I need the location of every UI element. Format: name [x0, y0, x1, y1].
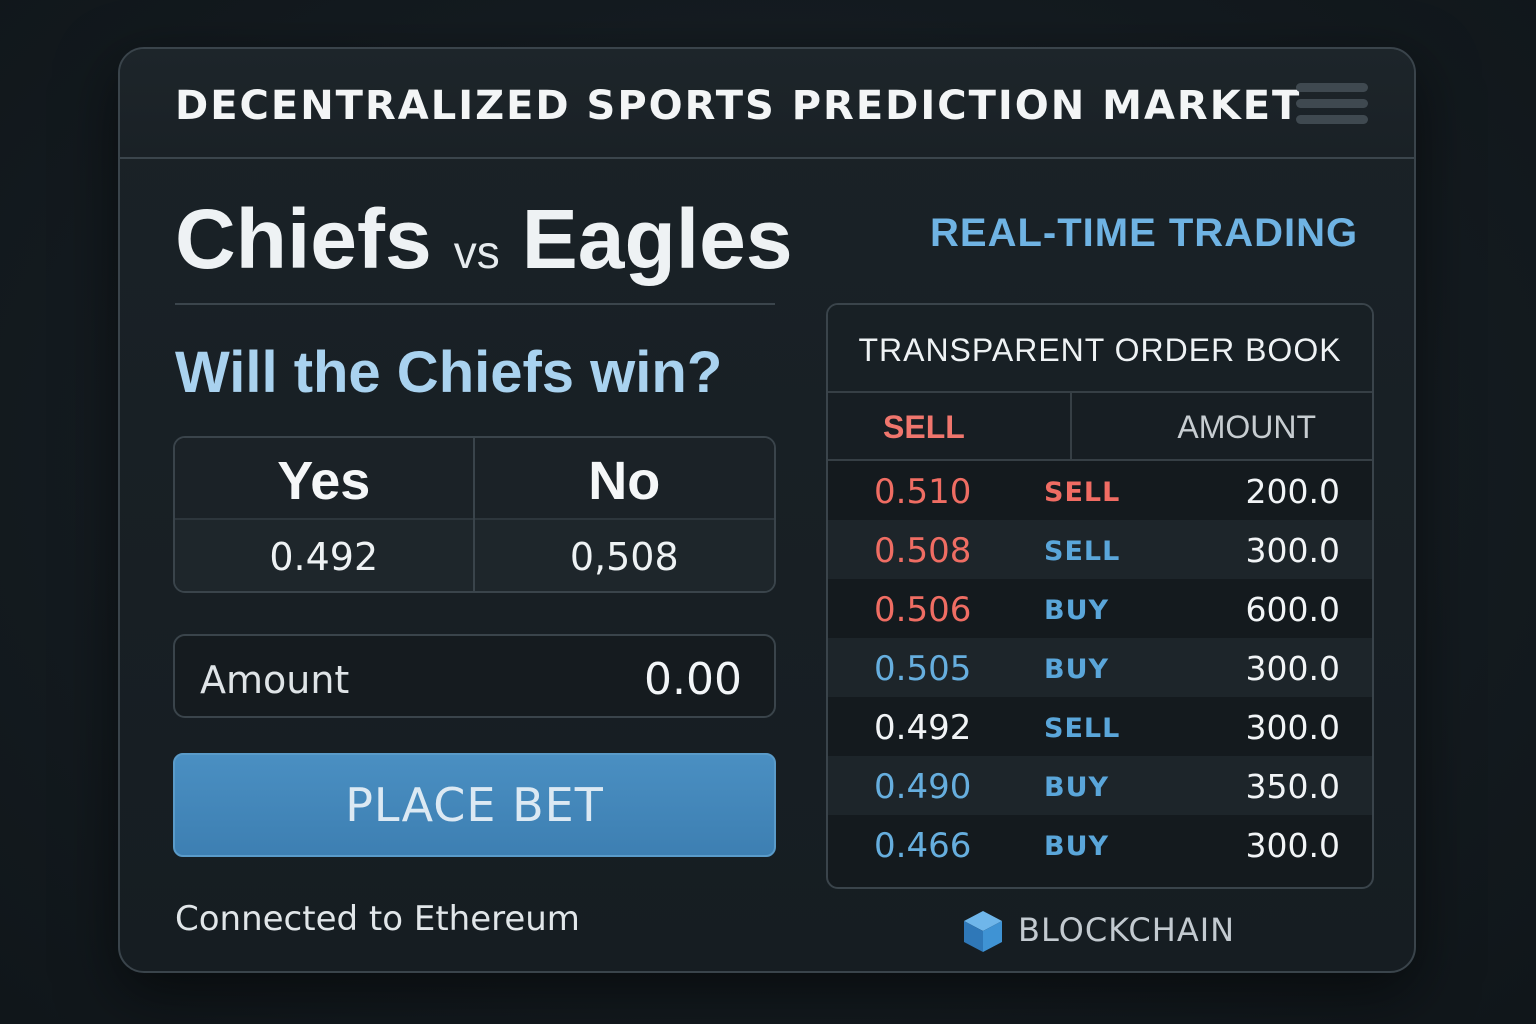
- order-side: SELL: [1044, 713, 1121, 744]
- market-card: Decentralized Sports Prediction Market C…: [118, 47, 1416, 973]
- outcome-no-button[interactable]: No 0,508: [474, 438, 774, 591]
- order-side: SELL: [1044, 477, 1121, 508]
- order-book: TRANSPARENT ORDER BOOK SELL AMOUNT 0.510…: [826, 303, 1374, 889]
- header-separator: [1070, 393, 1072, 459]
- order-price: 0.492: [874, 708, 972, 748]
- order-amount: 600.0: [1245, 590, 1340, 629]
- order-row[interactable]: 0.510 SELL 200.0: [828, 461, 1372, 520]
- outcome-yes-label: Yes: [175, 438, 473, 518]
- outcome-no-price: 0,508: [474, 518, 774, 591]
- outcome-yes-button[interactable]: Yes 0.492: [175, 438, 475, 591]
- amount-input[interactable]: Amount 0.00: [173, 634, 776, 718]
- order-amount: 300.0: [1245, 531, 1340, 570]
- app-header: Decentralized Sports Prediction Market: [120, 49, 1414, 159]
- column-header-amount[interactable]: AMOUNT: [1177, 409, 1316, 446]
- order-row[interactable]: 0.492 SELL 300.0: [828, 697, 1372, 756]
- order-side: BUY: [1044, 831, 1110, 862]
- order-side: SELL: [1044, 536, 1121, 567]
- order-row[interactable]: 0.508 SELL 300.0: [828, 520, 1372, 579]
- app-title: Decentralized Sports Prediction Market: [175, 83, 1302, 129]
- order-price: 0.506: [874, 590, 972, 630]
- order-book-rows: 0.510 SELL 200.0 0.508 SELL 300.0 0.506 …: [828, 461, 1372, 874]
- order-amount: 300.0: [1245, 826, 1340, 865]
- title-divider: [175, 303, 775, 305]
- real-time-trading-label: REAL-TIME TRADING: [930, 211, 1359, 255]
- order-price: 0.508: [874, 531, 972, 571]
- order-side: BUY: [1044, 595, 1110, 626]
- order-amount: 300.0: [1245, 708, 1340, 747]
- column-header-side[interactable]: SELL: [883, 409, 965, 446]
- order-row[interactable]: 0.490 BUY 350.0: [828, 756, 1372, 815]
- away-team: Eagles: [521, 192, 793, 286]
- order-amount: 200.0: [1245, 472, 1340, 511]
- market-question: Will the Chiefs win?: [175, 340, 723, 405]
- connection-status: Connected to Ethereum: [175, 899, 580, 939]
- outcome-yes-price: 0.492: [175, 518, 473, 591]
- order-amount: 350.0: [1245, 767, 1340, 806]
- order-price: 0.510: [874, 472, 972, 512]
- order-price: 0.466: [874, 826, 972, 866]
- blockchain-label: BLOCKCHAIN: [1018, 911, 1236, 949]
- amount-value[interactable]: 0.00: [644, 654, 742, 705]
- place-bet-button[interactable]: PLACE BET: [173, 753, 776, 857]
- amount-label: Amount: [200, 658, 350, 702]
- order-row[interactable]: 0.505 BUY 300.0: [828, 638, 1372, 697]
- order-price: 0.505: [874, 649, 972, 689]
- order-side: BUY: [1044, 654, 1110, 685]
- vs-label: vs: [453, 226, 500, 278]
- order-amount: 300.0: [1245, 649, 1340, 688]
- home-team: Chiefs: [175, 192, 432, 286]
- outcome-selector: Yes 0.492 No 0,508: [173, 436, 776, 593]
- cube-icon: [964, 911, 1002, 952]
- order-price: 0.490: [874, 767, 972, 807]
- outcome-no-label: No: [474, 438, 774, 518]
- order-book-title: TRANSPARENT ORDER BOOK: [828, 305, 1372, 393]
- order-row[interactable]: 0.466 BUY 300.0: [828, 815, 1372, 874]
- matchup-title: Chiefs vs Eagles: [175, 191, 793, 288]
- order-row[interactable]: 0.506 BUY 600.0: [828, 579, 1372, 638]
- hamburger-menu-icon[interactable]: [1296, 83, 1368, 127]
- order-book-header: SELL AMOUNT: [828, 393, 1372, 461]
- order-side: BUY: [1044, 772, 1110, 803]
